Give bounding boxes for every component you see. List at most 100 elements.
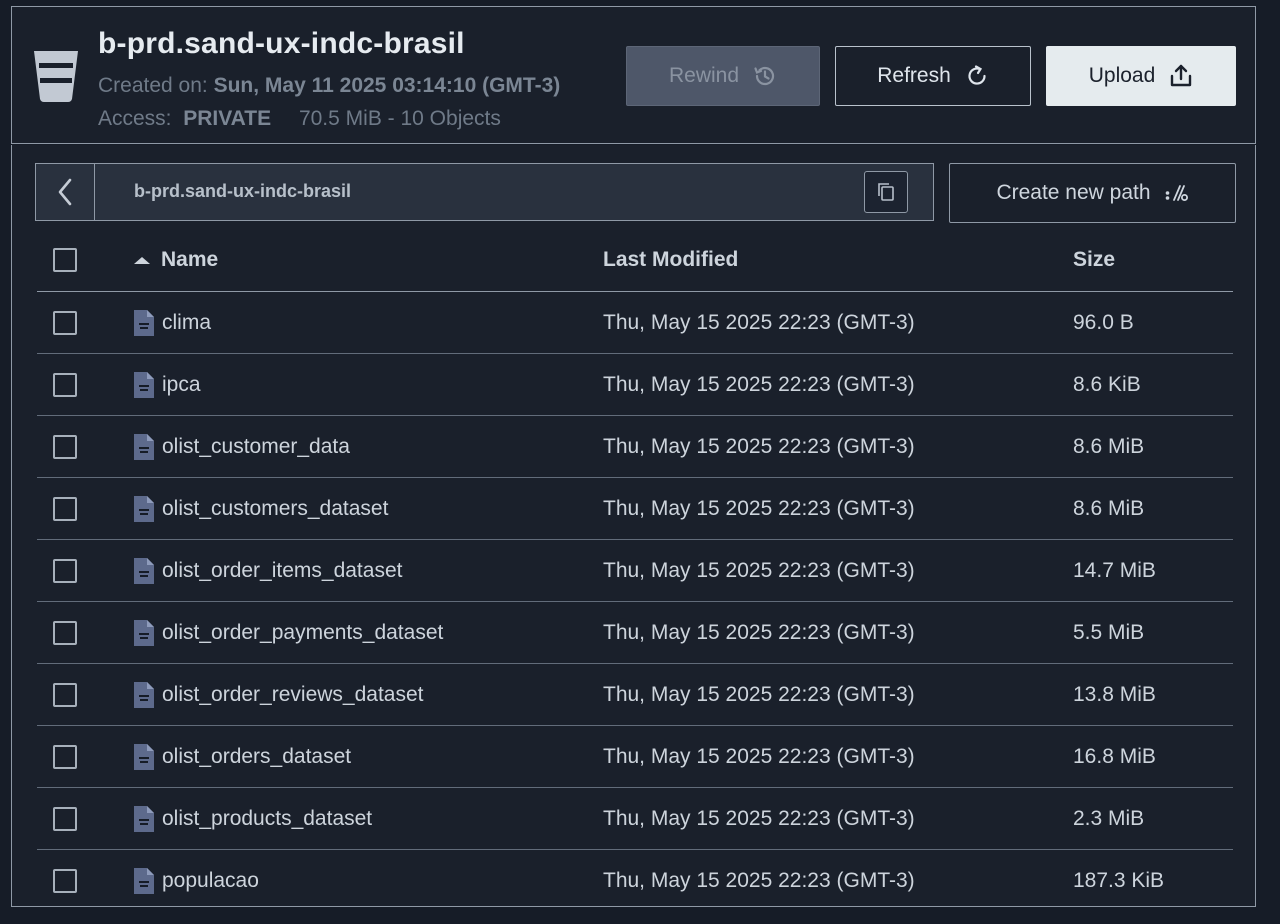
- object-modified: Thu, May 15 2025 22:23 (GMT-3): [603, 496, 915, 520]
- back-button[interactable]: [36, 164, 95, 220]
- last-modified-column-header[interactable]: Last Modified: [603, 248, 738, 272]
- upload-label: Upload: [1088, 64, 1156, 87]
- refresh-icon: [968, 65, 986, 85]
- size-column-header[interactable]: Size: [1073, 248, 1115, 272]
- bucket-usage: 70.5 MiB - 10 Objects: [298, 107, 501, 130]
- object-size: 187.3 KiB: [1073, 868, 1165, 892]
- file-icon: [134, 681, 154, 708]
- object-name-cell[interactable]: olist_orders_dataset: [134, 743, 352, 770]
- object-modified: Thu, May 15 2025 22:23 (GMT-3): [603, 434, 915, 458]
- select-all-checkbox[interactable]: [53, 248, 77, 272]
- create-new-path-button[interactable]: Create new path: [949, 163, 1236, 223]
- upload-button[interactable]: Upload: [1046, 46, 1236, 106]
- object-size: 96.0 B: [1073, 310, 1134, 334]
- object-name-cell[interactable]: clima: [134, 309, 212, 336]
- table-row[interactable]: populacao Thu, May 15 2025 22:23 (GMT-3) 1…: [37, 850, 1233, 911]
- bucket-meta: Created on: Sun, May 11 2025 03:14:10 (G…: [98, 69, 598, 135]
- object-size: 8.6 MiB: [1073, 496, 1145, 520]
- object-name-cell[interactable]: olist_customer_data: [134, 433, 350, 460]
- table-header: Name Last Modified Size: [37, 229, 1233, 292]
- table-row[interactable]: olist_products_dataset Thu, May 15 2025 2…: [37, 788, 1233, 850]
- chevron-left-icon: [58, 178, 72, 206]
- access-label: Access:: [98, 107, 172, 130]
- rewind-label: Rewind: [668, 64, 740, 87]
- table-row[interactable]: olist_order_payments_dataset Thu, May 15 …: [37, 602, 1233, 664]
- copy-icon: [878, 183, 894, 201]
- object-name-cell[interactable]: olist_order_payments_dataset: [134, 619, 444, 646]
- object-modified: Thu, May 15 2025 22:23 (GMT-3): [603, 372, 915, 396]
- file-icon: [134, 309, 154, 336]
- object-modified: Thu, May 15 2025 22:23 (GMT-3): [603, 806, 915, 830]
- object-name: olist_order_reviews_dataset: [162, 682, 424, 706]
- copy-path-button[interactable]: [864, 171, 908, 213]
- object-modified: Thu, May 15 2025 22:23 (GMT-3): [603, 310, 915, 334]
- object-name-cell[interactable]: populacao: [134, 867, 259, 894]
- name-column-header[interactable]: Name: [134, 248, 218, 272]
- object-name: olist_order_items_dataset: [162, 558, 403, 582]
- bucket-icon: [34, 51, 78, 102]
- row-checkbox[interactable]: [53, 310, 77, 335]
- object-name-cell[interactable]: olist_order_reviews_dataset: [134, 681, 424, 708]
- object-name-cell[interactable]: olist_order_items_dataset: [134, 557, 403, 584]
- file-icon: [134, 743, 154, 770]
- object-modified: Thu, May 15 2025 22:23 (GMT-3): [603, 744, 915, 768]
- object-name: olist_customer_data: [162, 434, 350, 458]
- current-path: b-prd.sand-ux-indc-brasil: [134, 181, 352, 201]
- row-checkbox[interactable]: [53, 372, 77, 397]
- object-modified: Thu, May 15 2025 22:23 (GMT-3): [603, 868, 915, 892]
- row-checkbox[interactable]: [53, 558, 77, 583]
- object-modified: Thu, May 15 2025 22:23 (GMT-3): [603, 682, 915, 706]
- file-icon: [134, 495, 154, 522]
- row-checkbox[interactable]: [53, 434, 77, 459]
- object-name-cell[interactable]: olist_products_dataset: [134, 805, 372, 832]
- table-row[interactable]: olist_customer_data Thu, May 15 2025 22:2…: [37, 416, 1233, 478]
- object-name-cell[interactable]: ipca: [134, 371, 201, 398]
- table-row[interactable]: clima Thu, May 15 2025 22:23 (GMT-3) 96.0 …: [37, 292, 1233, 354]
- object-name: clima: [162, 310, 212, 334]
- file-icon: [134, 619, 154, 646]
- table-row[interactable]: olist_order_items_dataset Thu, May 15 202…: [37, 540, 1233, 602]
- file-icon: [134, 371, 154, 398]
- name-header-label: Name: [161, 248, 219, 271]
- table-row[interactable]: olist_order_reviews_dataset Thu, May 15 2…: [37, 664, 1233, 726]
- refresh-button[interactable]: Refresh: [835, 46, 1031, 106]
- file-icon: [134, 557, 154, 584]
- objects-table: Name Last Modified Size clima Thu, May 15…: [37, 229, 1233, 911]
- row-checkbox[interactable]: [53, 496, 77, 521]
- object-size: 2.3 MiB: [1073, 806, 1145, 830]
- row-checkbox[interactable]: [53, 620, 77, 645]
- row-checkbox[interactable]: [53, 682, 77, 707]
- rewind-button[interactable]: Rewind: [626, 46, 820, 106]
- object-name-cell[interactable]: olist_customers_dataset: [134, 495, 388, 522]
- table-row[interactable]: olist_customers_dataset Thu, May 15 2025 …: [37, 478, 1233, 540]
- bucket-title: b-prd.sand-ux-indc-brasil: [98, 27, 465, 60]
- object-name: olist_orders_dataset: [162, 744, 352, 768]
- file-icon: [134, 867, 154, 894]
- table-row[interactable]: olist_orders_dataset Thu, May 15 2025 22:…: [37, 726, 1233, 788]
- object-size: 8.6 KiB: [1073, 372, 1141, 396]
- created-label: Created on:: [98, 74, 208, 97]
- object-size: 16.8 MiB: [1073, 744, 1156, 768]
- row-checkbox[interactable]: [53, 806, 77, 831]
- table-row[interactable]: ipca Thu, May 15 2025 22:23 (GMT-3) 8.6 Ki…: [37, 354, 1233, 416]
- object-size: 8.6 MiB: [1073, 434, 1145, 458]
- object-size: 13.8 MiB: [1073, 682, 1156, 706]
- row-checkbox[interactable]: [53, 744, 77, 769]
- object-name: olist_order_payments_dataset: [162, 620, 444, 644]
- access-value: PRIVATE: [183, 107, 272, 130]
- path-bar: b-prd.sand-ux-indc-brasil: [35, 163, 934, 221]
- create-new-path-label: Create new path: [996, 181, 1151, 204]
- sort-ascending-icon: [134, 256, 150, 264]
- object-modified: Thu, May 15 2025 22:23 (GMT-3): [603, 620, 915, 644]
- bucket-header: b-prd.sand-ux-indc-brasil Created on: Su…: [11, 6, 1256, 144]
- row-checkbox[interactable]: [53, 868, 77, 893]
- new-path-icon: [1165, 185, 1188, 201]
- file-icon: [134, 433, 154, 460]
- object-size: 14.7 MiB: [1073, 558, 1156, 582]
- object-browser: b-prd.sand-ux-indc-brasil Create new pat…: [11, 145, 1256, 907]
- refresh-label: Refresh: [877, 64, 951, 87]
- upload-icon: [1171, 64, 1192, 87]
- file-icon: [134, 805, 154, 832]
- object-modified: Thu, May 15 2025 22:23 (GMT-3): [603, 558, 915, 582]
- created-value: Sun, May 11 2025 03:14:10 (GMT-3): [213, 74, 561, 97]
